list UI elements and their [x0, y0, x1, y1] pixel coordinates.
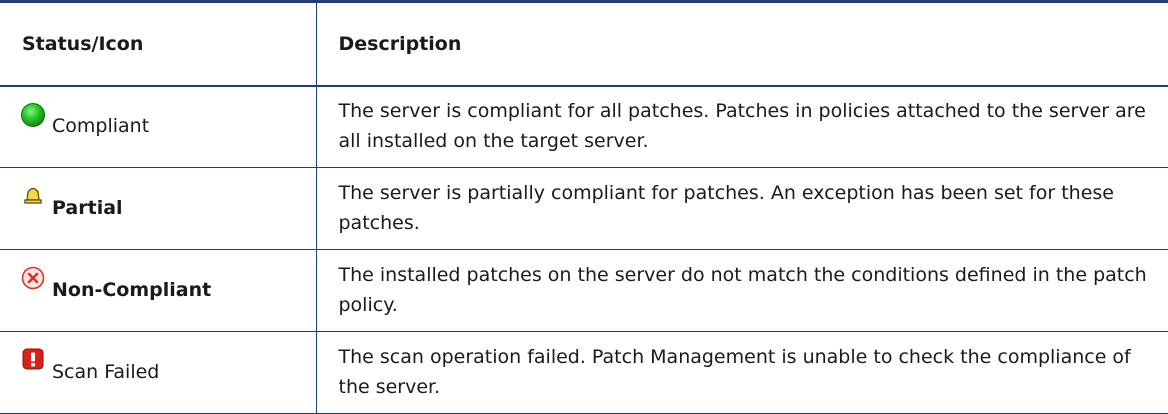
status-cell: Partial: [0, 167, 317, 250]
status-cell: Scan Failed: [0, 331, 317, 414]
description-cell: The server is compliant for all patches.…: [316, 85, 1168, 168]
description-cell: The server is partially compliant for pa…: [316, 167, 1168, 250]
status-cell: Compliant: [0, 85, 317, 168]
status-cell: Non-Compliant: [0, 249, 317, 332]
header-status-icon: Status/Icon: [0, 0, 317, 87]
table-row: Scan Failed The scan operation failed. P…: [0, 331, 1168, 414]
description-cell: The scan operation failed. Patch Managem…: [316, 331, 1168, 414]
status-icon-table: Status/Icon Description Compliant The se…: [0, 0, 1168, 414]
description-cell: The installed patches on the server do n…: [316, 249, 1168, 332]
table-row: Non-Compliant The installed patches on t…: [0, 249, 1168, 332]
green-circle-icon: [20, 102, 46, 132]
status-label: Scan Failed: [52, 361, 160, 384]
red-x-circle-icon: [20, 266, 46, 296]
status-label: Compliant: [52, 115, 150, 138]
yellow-bell-icon: [20, 184, 46, 214]
header-description: Description: [316, 0, 1168, 87]
status-label: Non-Compliant: [52, 279, 212, 302]
red-exclamation-icon: [20, 348, 46, 378]
table-row: Compliant The server is compliant for al…: [0, 85, 1168, 168]
status-label: Partial: [52, 197, 123, 220]
table-header-row: Status/Icon Description: [0, 0, 1168, 87]
table-row: Partial The server is partially complian…: [0, 167, 1168, 250]
